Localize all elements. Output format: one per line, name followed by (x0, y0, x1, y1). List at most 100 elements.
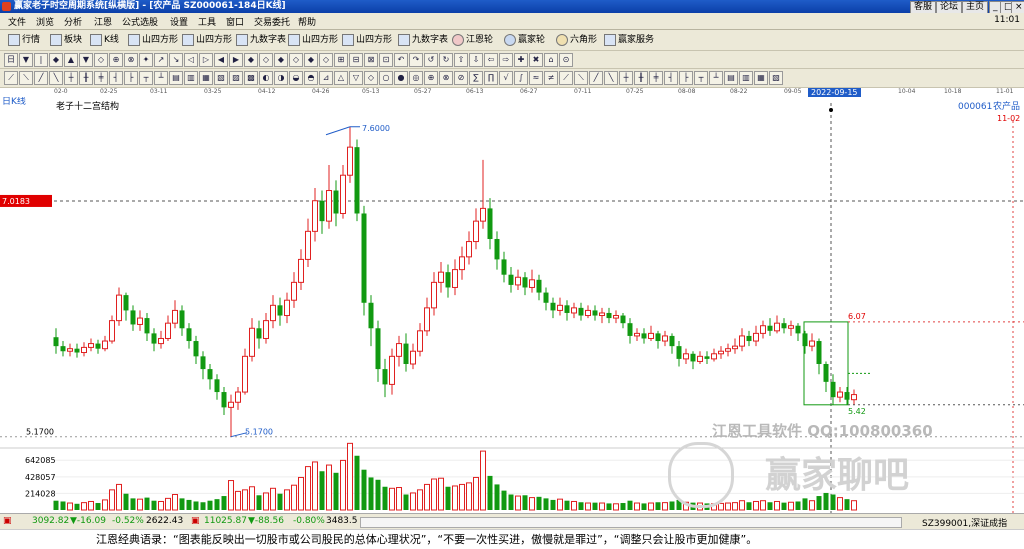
menu-tools[interactable]: 工具 (198, 15, 216, 28)
tool-icon-6[interactable]: ▼ (79, 53, 93, 67)
analysis-icon-14[interactable]: ▦ (199, 71, 213, 85)
analysis-icon-19[interactable]: ◑ (274, 71, 288, 85)
tool-icon-30[interactable]: ↻ (439, 53, 453, 67)
tool-icon-32[interactable]: ⇩ (469, 53, 483, 67)
square-button-2[interactable]: 山四方形 (182, 33, 232, 47)
analysis-icon-39[interactable]: ⟍ (574, 71, 588, 85)
winner-service-button[interactable]: 赢家服务 (604, 33, 654, 47)
analysis-icon-46[interactable]: ├ (679, 71, 693, 85)
tool-icon-10[interactable]: ✦ (139, 53, 153, 67)
analysis-icon-10[interactable]: ┬ (139, 71, 153, 85)
tool-icon-27[interactable]: ↶ (394, 53, 408, 67)
tool-icon-7[interactable]: ◇ (94, 53, 108, 67)
tool-icon-28[interactable]: ↷ (409, 53, 423, 67)
analysis-icon-12[interactable]: ▤ (169, 71, 183, 85)
tool-icon-12[interactable]: ↘ (169, 53, 183, 67)
tool-icon-13[interactable]: ◁ (184, 53, 198, 67)
tool-icon-9[interactable]: ⊗ (124, 53, 138, 67)
tool-icon-36[interactable]: ✖ (529, 53, 543, 67)
analysis-icon-9[interactable]: ├ (124, 71, 138, 85)
menu-analysis[interactable]: 分析 (64, 15, 82, 28)
analysis-icon-29[interactable]: ⊕ (424, 71, 438, 85)
number-table-button-2[interactable]: 九数字表 (398, 33, 448, 47)
tool-icon-1[interactable]: 日 (4, 53, 18, 67)
analysis-icon-21[interactable]: ◓ (304, 71, 318, 85)
analysis-icon-11[interactable]: ┴ (154, 71, 168, 85)
analysis-icon-8[interactable]: ┤ (109, 71, 123, 85)
analysis-icon-45[interactable]: ┤ (664, 71, 678, 85)
analysis-icon-50[interactable]: ▥ (739, 71, 753, 85)
analysis-icon-3[interactable]: ╱ (34, 71, 48, 85)
tool-icon-8[interactable]: ⊕ (109, 53, 123, 67)
square-button-1[interactable]: 山四方形 (128, 33, 178, 47)
analysis-icon-15[interactable]: ▧ (214, 71, 228, 85)
square-button-4[interactable]: 山四方形 (342, 33, 392, 47)
tool-icon-17[interactable]: ◆ (244, 53, 258, 67)
analysis-icon-31[interactable]: ⊘ (454, 71, 468, 85)
hexagon-button[interactable]: 六角形 (556, 33, 597, 47)
analysis-icon-24[interactable]: ▽ (349, 71, 363, 85)
tool-icon-18[interactable]: ◇ (259, 53, 273, 67)
tool-icon-5[interactable]: ▲ (64, 53, 78, 67)
analysis-icon-22[interactable]: ⊿ (319, 71, 333, 85)
menu-trade[interactable]: 交易委托 (254, 15, 290, 28)
tool-icon-37[interactable]: ⌂ (544, 53, 558, 67)
analysis-icon-38[interactable]: ⟋ (559, 71, 573, 85)
tool-icon-33[interactable]: ⇦ (484, 53, 498, 67)
sz-icon[interactable]: ▣ (191, 516, 200, 526)
tool-icon-24[interactable]: ⊟ (349, 53, 363, 67)
analysis-icon-1[interactable]: ⟋ (4, 71, 18, 85)
tool-icon-34[interactable]: ⇨ (499, 53, 513, 67)
winner-wheel-button[interactable]: 赢家轮 (504, 33, 545, 47)
analysis-icon-34[interactable]: √ (499, 71, 513, 85)
square-button-3[interactable]: 山四方形 (288, 33, 338, 47)
analysis-icon-13[interactable]: ▥ (184, 71, 198, 85)
menu-help[interactable]: 帮助 (298, 15, 316, 28)
analysis-icon-43[interactable]: ╫ (634, 71, 648, 85)
analysis-icon-35[interactable]: ∫ (514, 71, 528, 85)
menu-browse[interactable]: 浏览 (36, 15, 54, 28)
analysis-icon-32[interactable]: ∑ (469, 71, 483, 85)
tool-icon-22[interactable]: ◇ (319, 53, 333, 67)
analysis-icon-28[interactable]: ◎ (409, 71, 423, 85)
tool-icon-21[interactable]: ◆ (304, 53, 318, 67)
tool-icon-16[interactable]: ▶ (229, 53, 243, 67)
tool-icon-15[interactable]: ◀ (214, 53, 228, 67)
analysis-icon-40[interactable]: ╱ (589, 71, 603, 85)
analysis-icon-7[interactable]: ╪ (94, 71, 108, 85)
tool-icon-38[interactable]: ⊙ (559, 53, 573, 67)
app-icon[interactable] (2, 2, 11, 11)
tool-icon-25[interactable]: ⊠ (364, 53, 378, 67)
analysis-icon-16[interactable]: ▨ (229, 71, 243, 85)
analysis-icon-36[interactable]: ≈ (529, 71, 543, 85)
analysis-icon-20[interactable]: ◒ (289, 71, 303, 85)
tool-icon-2[interactable]: ▼ (19, 53, 33, 67)
analysis-icon-26[interactable]: ○ (379, 71, 393, 85)
tool-icon-11[interactable]: ↗ (154, 53, 168, 67)
menu-file[interactable]: 文件 (8, 15, 26, 28)
analysis-icon-33[interactable]: ∏ (484, 71, 498, 85)
tool-icon-31[interactable]: ⇧ (454, 53, 468, 67)
menu-window[interactable]: 窗口 (226, 15, 244, 28)
menu-formula[interactable]: 公式选股 (122, 15, 158, 28)
analysis-icon-4[interactable]: ╲ (49, 71, 63, 85)
tool-icon-4[interactable]: ◆ (49, 53, 63, 67)
ticker-track[interactable] (360, 517, 902, 528)
analysis-icon-18[interactable]: ◐ (259, 71, 273, 85)
analysis-icon-30[interactable]: ⊗ (439, 71, 453, 85)
kline-button[interactable]: K线 (90, 33, 119, 47)
menu-gann[interactable]: 江恩 (94, 15, 112, 28)
analysis-icon-47[interactable]: ┬ (694, 71, 708, 85)
tool-icon-35[interactable]: ✚ (514, 53, 528, 67)
kline-chart[interactable]: 日K线 老子十二宫结构 000061 农产品 11-02 7.0183 5.170… (0, 97, 1024, 513)
number-table-button-1[interactable]: 九数字表 (236, 33, 286, 47)
analysis-icon-6[interactable]: ╫ (79, 71, 93, 85)
analysis-icon-2[interactable]: ⟍ (19, 71, 33, 85)
analysis-icon-5[interactable]: ┼ (64, 71, 78, 85)
analysis-icon-49[interactable]: ▤ (724, 71, 738, 85)
analysis-icon-27[interactable]: ● (394, 71, 408, 85)
analysis-icon-41[interactable]: ╲ (604, 71, 618, 85)
tool-icon-29[interactable]: ↺ (424, 53, 438, 67)
analysis-icon-17[interactable]: ▩ (244, 71, 258, 85)
tool-icon-14[interactable]: ▷ (199, 53, 213, 67)
